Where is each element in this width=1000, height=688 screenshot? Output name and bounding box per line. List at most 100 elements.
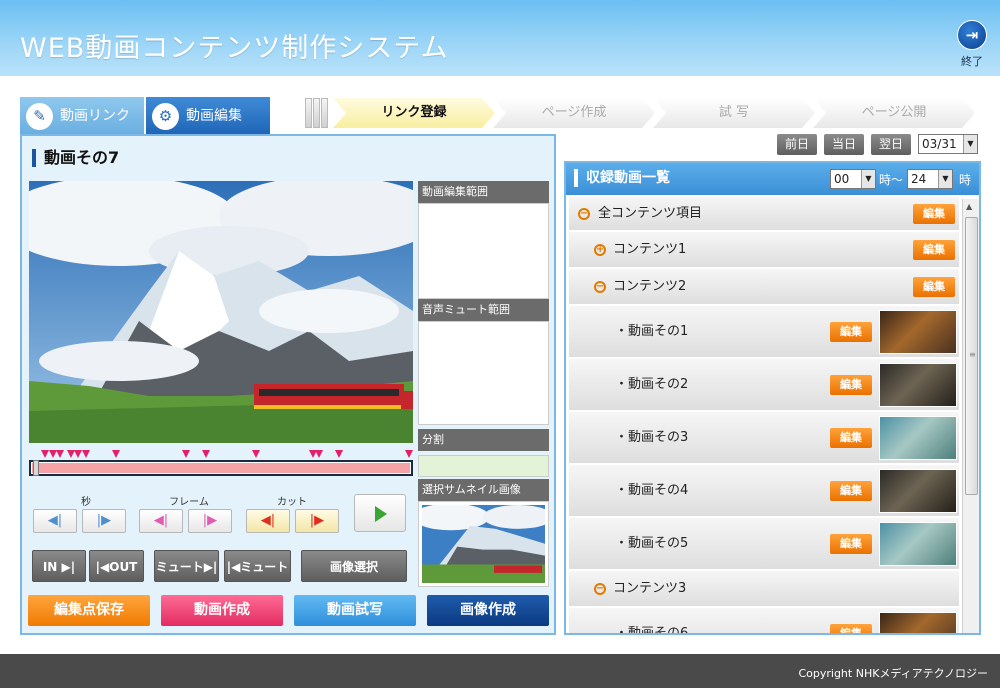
edit-button[interactable]: 編集 (830, 480, 872, 501)
cut-marker (315, 450, 323, 458)
edit-button[interactable]: 編集 (830, 321, 872, 342)
play-icon (375, 506, 387, 522)
cut-marker (112, 450, 120, 458)
date-select[interactable]: 03/31 ▼ (918, 134, 978, 154)
cut-marker (405, 450, 413, 458)
prev-day-button[interactable]: 前日 (777, 134, 817, 155)
edit-button[interactable]: 編集 (913, 276, 955, 297)
video-player[interactable] (29, 181, 413, 443)
mute-range-label: 音声ミュート範囲 (418, 299, 549, 321)
cut-marker (41, 450, 49, 458)
hour-to-select[interactable]: 24 ▼ (907, 169, 953, 189)
edit-button[interactable]: 編集 (830, 374, 872, 395)
list-header: 収録動画一覧 00 ▼ 時～ 24 ▼ 時 (566, 163, 979, 195)
edit-button[interactable]: 編集 (913, 203, 955, 224)
tree-item-all-contents[interactable]: − 全コンテンツ項目 編集 (569, 197, 959, 231)
scroll-up-icon[interactable]: ▲ (966, 202, 972, 211)
video-thumbnail[interactable] (879, 309, 957, 354)
mute-range-box: 音声ミュート範囲 (418, 299, 549, 425)
step-link-register[interactable]: リンク登録 (333, 98, 495, 128)
video-item-4[interactable]: ・動画その4 編集 (569, 465, 959, 517)
edit-button[interactable]: 編集 (830, 427, 872, 448)
today-button[interactable]: 当日 (824, 134, 864, 155)
hour-from-value: 00 (834, 172, 850, 186)
next-day-button[interactable]: 翌日 (871, 134, 911, 155)
cut-marker (82, 450, 90, 458)
step-page-publish[interactable]: ページ公開 (813, 98, 975, 128)
frame-forward-button[interactable]: |▶ (188, 509, 232, 533)
video-item-label: ・動画その5 (615, 535, 689, 551)
video-item-3[interactable]: ・動画その3 編集 (569, 412, 959, 464)
edit-button[interactable]: 編集 (830, 623, 872, 633)
create-image-button[interactable]: 画像作成 (427, 595, 549, 626)
scrollbar-thumb[interactable]: ≡ (965, 217, 978, 495)
thumbnail-image (412, 503, 554, 583)
hour-to-value: 24 (911, 172, 927, 186)
cut-marker (56, 450, 64, 458)
video-item-label: ・動画その4 (615, 482, 689, 498)
exit-button[interactable]: ⇥ 終了 (955, 20, 989, 69)
collapse-icon[interactable]: − (594, 280, 606, 293)
video-item-6[interactable]: ・動画その6 編集 (569, 608, 959, 633)
cut-marker (252, 450, 260, 458)
split-label: 分割 (418, 429, 549, 451)
split-field[interactable] (418, 455, 549, 477)
video-item-label: ・動画その1 (615, 323, 689, 339)
mute-in-button[interactable]: ミュート▶| (154, 550, 219, 582)
image-select-button[interactable]: 画像選択 (301, 550, 407, 582)
collapse-icon[interactable]: − (578, 207, 590, 220)
timeline-handle[interactable] (33, 460, 39, 476)
tree-item-content-3[interactable]: − コンテンツ3 (569, 571, 959, 607)
hour-suffix: 時 (959, 173, 972, 187)
date-value: 03/31 (922, 137, 957, 151)
edit-range-list[interactable] (418, 203, 549, 299)
tree-item-content-1[interactable]: + コンテンツ1 編集 (569, 232, 959, 268)
video-thumbnail[interactable] (879, 362, 957, 407)
frame-back-button[interactable]: ◀| (139, 509, 183, 533)
list-scrollbar[interactable]: ▲ ≡ (962, 199, 979, 633)
tab-video-edit[interactable]: ⚙ 動画編集 (146, 97, 270, 137)
create-video-button[interactable]: 動画作成 (161, 595, 283, 626)
cut-marker (74, 450, 82, 458)
step-preview[interactable]: 試 写 (653, 98, 815, 128)
cut-forward-button[interactable]: |▶ (295, 509, 339, 533)
steps-handle (305, 98, 331, 128)
link-icon: ✎ (26, 103, 53, 130)
mute-out-button[interactable]: |◀ミュート (224, 550, 291, 582)
footer: Copyright NHKメディアテクノロジー (0, 654, 1000, 688)
seconds-forward-button[interactable]: |▶ (82, 509, 126, 533)
video-item-label: ・動画その2 (615, 376, 689, 392)
seconds-back-button[interactable]: ◀| (33, 509, 77, 533)
video-thumbnail[interactable] (879, 611, 957, 633)
video-item-2[interactable]: ・動画その2 編集 (569, 359, 959, 411)
timeline-track[interactable] (29, 460, 413, 476)
cut-marker (335, 450, 343, 458)
hour-from-select[interactable]: 00 ▼ (830, 169, 876, 189)
chevron-down-icon: ▼ (938, 170, 952, 188)
edit-button[interactable]: 編集 (913, 239, 955, 260)
app-header: WEB動画コンテンツ制作システム ⇥ 終了 (0, 0, 1000, 76)
tab-video-link[interactable]: ✎ 動画リンク (20, 97, 144, 135)
video-item-1[interactable]: ・動画その1 編集 (569, 306, 959, 358)
out-point-button[interactable]: |◀OUT (89, 550, 144, 582)
video-title: 動画その7 (32, 149, 119, 167)
video-thumbnail[interactable] (879, 521, 957, 566)
edit-button[interactable]: 編集 (830, 533, 872, 554)
collapse-icon[interactable]: − (594, 582, 606, 595)
tree-item-content-2[interactable]: − コンテンツ2 編集 (569, 269, 959, 305)
frame-label: フレーム (169, 497, 209, 508)
step-page-create[interactable]: ページ作成 (493, 98, 655, 128)
video-item-5[interactable]: ・動画その5 編集 (569, 518, 959, 570)
in-point-button[interactable]: IN ▶| (32, 550, 86, 582)
save-edits-button[interactable]: 編集点保存 (28, 595, 150, 626)
mute-range-list[interactable] (418, 321, 549, 425)
video-thumbnail[interactable] (879, 468, 957, 513)
cut-back-button[interactable]: ◀| (246, 509, 290, 533)
list-title: 収録動画一覧 (574, 169, 670, 187)
expand-icon[interactable]: + (594, 243, 606, 256)
thumbnail-box: 選択サムネイル画像 (412, 479, 554, 587)
play-button[interactable] (354, 494, 406, 532)
cut-marker (182, 450, 190, 458)
video-thumbnail[interactable] (879, 415, 957, 460)
preview-video-button[interactable]: 動画試写 (294, 595, 416, 626)
